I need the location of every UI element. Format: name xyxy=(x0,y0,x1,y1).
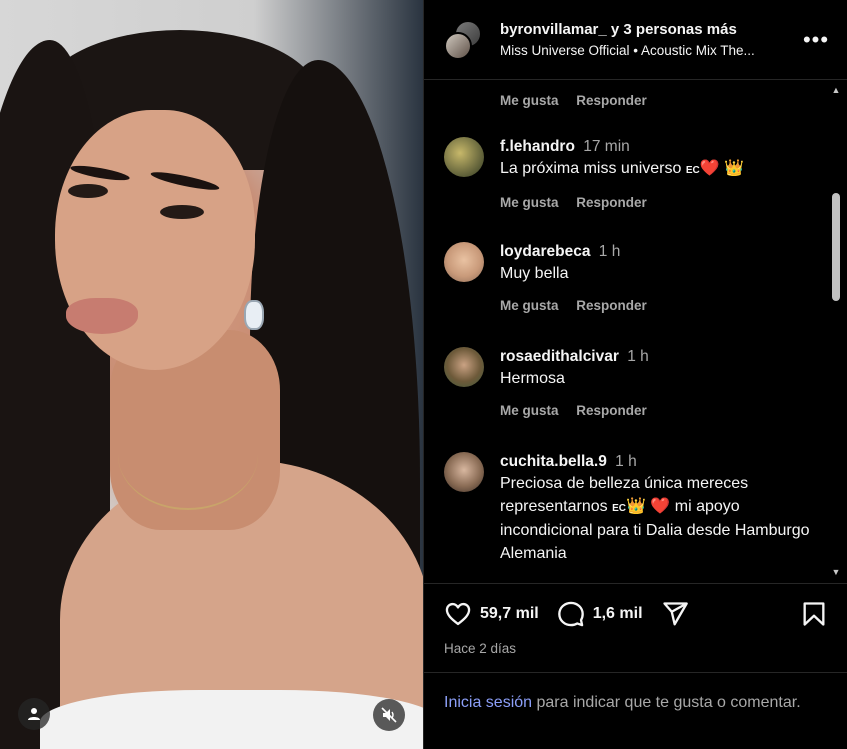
comment-actions: Me gusta Responder xyxy=(500,195,814,210)
comment-text: Muy bella xyxy=(500,265,569,282)
comment: loydarebeca 1 h Muy bella Me gusta Respo… xyxy=(444,242,814,313)
post-action-bar: 59,7 mil 1,6 mil xyxy=(424,583,847,643)
author-line: byronvillamar_ y 3 personas más xyxy=(500,21,801,38)
avatar[interactable] xyxy=(444,242,484,282)
comment-count: 1,6 mil xyxy=(592,604,643,622)
more-horizontal-icon: ••• xyxy=(802,26,830,52)
like-button[interactable]: 59,7 mil xyxy=(444,600,539,628)
header-text: byronvillamar_ y 3 personas más Miss Uni… xyxy=(500,21,801,58)
speaker-muted-icon xyxy=(381,707,397,723)
comment-username[interactable]: loydarebeca xyxy=(500,243,590,260)
comment-username[interactable]: f.lehandro xyxy=(500,138,575,155)
eye xyxy=(160,205,204,219)
reply-button[interactable]: Responder xyxy=(576,93,647,108)
heart-icon xyxy=(445,602,471,625)
post-header: byronvillamar_ y 3 personas más Miss Uni… xyxy=(424,0,847,80)
dress xyxy=(40,690,423,749)
scroll-down-arrow-icon[interactable]: ▼ xyxy=(831,567,841,577)
audio-subtitle[interactable]: Miss Universe Official • Acoustic Mix Th… xyxy=(500,43,801,58)
comment-time: 1 h xyxy=(615,453,637,470)
avatar[interactable] xyxy=(444,347,484,387)
user-tag-button[interactable] xyxy=(18,698,50,730)
comment: f.lehandro 17 min La próxima miss univer… xyxy=(444,137,814,210)
bookmark-icon xyxy=(803,601,825,626)
earring xyxy=(244,300,264,330)
comment: cuchita.bella.9 1 h Preciosa de belleza … xyxy=(444,452,814,565)
flag-ec-icon: EC xyxy=(685,165,700,176)
heart-emoji: ❤️ xyxy=(699,160,720,177)
login-link[interactable]: Inicia sesión xyxy=(444,694,532,711)
necklace xyxy=(118,400,258,510)
like-count[interactable]: 59,7 mil xyxy=(480,605,539,623)
comment-actions: Me gusta Responder xyxy=(500,403,814,418)
comment-time: 1 h xyxy=(598,243,621,260)
post-date[interactable]: Hace 2 días xyxy=(444,641,516,656)
mute-button[interactable] xyxy=(373,699,405,731)
scrollbar-thumb[interactable] xyxy=(832,193,840,301)
comment-text: Preciosa de belleza única mereces repres… xyxy=(500,473,814,565)
author-username[interactable]: byronvillamar_ xyxy=(500,21,607,38)
comment: rosaedithalcivar 1 h Hermosa Me gusta Re… xyxy=(444,347,814,418)
like-comment-button[interactable]: Me gusta xyxy=(500,298,559,313)
reply-button[interactable]: Responder xyxy=(576,195,647,210)
lips xyxy=(66,298,138,334)
comment-actions: Me gusta Responder xyxy=(500,93,647,108)
comment-username[interactable]: cuchita.bella.9 xyxy=(500,453,607,470)
comment-icon xyxy=(557,601,584,626)
author-avatars[interactable] xyxy=(444,19,484,60)
post-image[interactable] xyxy=(0,0,423,749)
comment-username[interactable]: rosaedithalcivar xyxy=(500,348,619,365)
like-comment-button[interactable]: Me gusta xyxy=(500,403,559,418)
comment-actions: Me gusta Responder xyxy=(500,298,814,313)
flag-ec-icon: EC xyxy=(612,502,626,514)
comment-text-body: La próxima miss universo xyxy=(500,160,682,177)
login-prompt-text: para indicar que te gusta o comentar. xyxy=(532,694,801,711)
crown-emoji: 👑 xyxy=(625,497,646,515)
comment-time: 17 min xyxy=(583,138,630,155)
comment-button[interactable]: 1,6 mil xyxy=(557,600,643,628)
like-comment-button[interactable]: Me gusta xyxy=(500,93,559,108)
more-options-button[interactable]: ••• xyxy=(801,25,831,55)
scroll-up-arrow-icon[interactable]: ▲ xyxy=(831,85,841,95)
user-icon xyxy=(28,708,40,720)
save-button[interactable] xyxy=(800,600,828,628)
comment-text: La próxima miss universo EC❤️ 👑 xyxy=(500,158,814,183)
like-comment-button[interactable]: Me gusta xyxy=(500,195,559,210)
comment-time: 1 h xyxy=(627,348,649,365)
avatar[interactable] xyxy=(444,452,484,492)
heart-emoji: ❤️ xyxy=(650,497,671,515)
avatar[interactable] xyxy=(444,137,484,177)
comments-list[interactable]: Me gusta Responder f.lehandro 17 min La … xyxy=(424,81,847,583)
post-panel: byronvillamar_ y 3 personas más Miss Uni… xyxy=(423,0,847,749)
comment-text: Hermosa xyxy=(500,370,565,387)
login-prompt: Inicia sesión para indicar que te gusta … xyxy=(424,672,847,749)
crown-emoji: 👑 xyxy=(724,160,745,177)
send-icon xyxy=(662,601,688,625)
avatar xyxy=(444,31,472,60)
coauthors-link[interactable]: y 3 personas más xyxy=(611,21,737,38)
reply-button[interactable]: Responder xyxy=(576,403,647,418)
reply-button[interactable]: Responder xyxy=(576,298,647,313)
share-button[interactable] xyxy=(661,600,689,628)
comments-scrollbar[interactable]: ▲ ▼ xyxy=(827,81,845,583)
eye xyxy=(68,184,108,198)
